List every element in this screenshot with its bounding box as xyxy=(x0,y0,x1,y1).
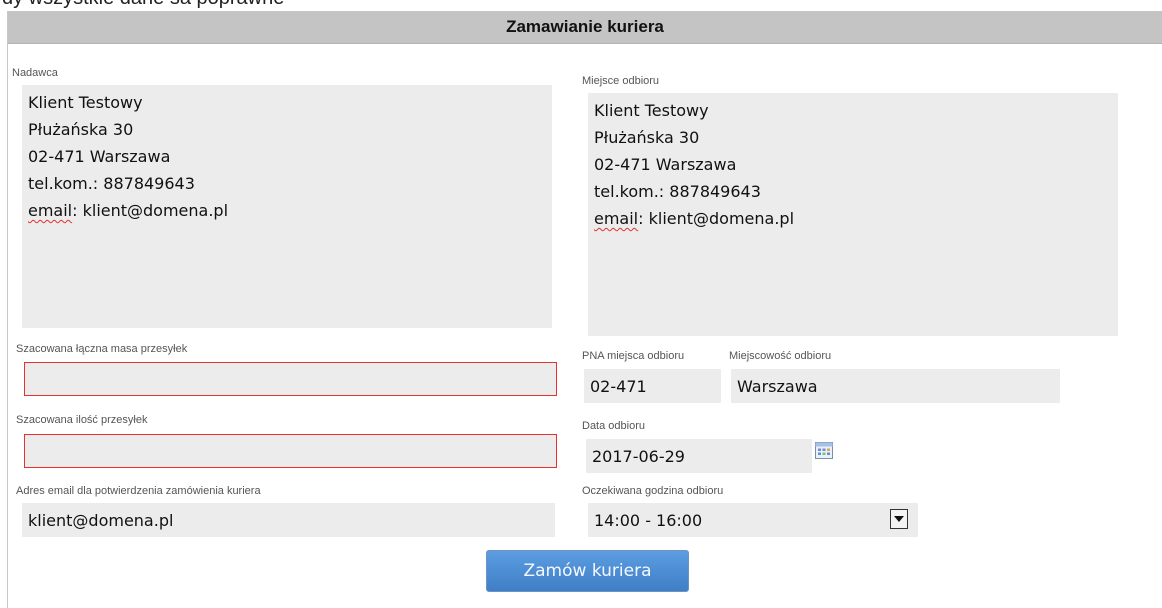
calendar-icon[interactable] xyxy=(815,442,833,459)
sender-email-line: email: klient@domena.pl xyxy=(28,197,546,224)
pickup-place-email-prefix: email xyxy=(594,209,639,228)
top-text-fragment: dy wszystkie dane sa poprawne xyxy=(0,0,740,10)
parcel-count-label: Szacowana ilość przesyłek xyxy=(16,414,148,426)
pickup-place-textarea[interactable]: Klient Testowy Płużańska 30 02-471 Warsz… xyxy=(588,93,1118,336)
top-fragment-text: dy wszystkie dane sa poprawne xyxy=(2,0,284,8)
panel-header: Zamawianie kuriera xyxy=(8,11,1162,44)
pickup-time-select[interactable]: 14:00 - 16:00 xyxy=(588,503,918,537)
parcel-count-input[interactable] xyxy=(24,434,557,468)
page-title: Zamawianie kuriera xyxy=(506,17,664,36)
sender-textarea[interactable]: Klient Testowy Płużańska 30 02-471 Warsz… xyxy=(22,85,552,328)
sender-line: tel.kom.: 887849643 xyxy=(28,174,195,193)
pickup-place-line: 02-471 Warszawa xyxy=(594,155,737,174)
pickup-city-label: Miejscowość odbioru xyxy=(729,350,832,362)
total-mass-label: Szacowana łączna masa przesyłek xyxy=(16,343,188,355)
pickup-time-selected: 14:00 - 16:00 xyxy=(594,510,703,530)
order-courier-button[interactable]: Zamów kuriera xyxy=(486,550,689,592)
dropdown-arrow-icon[interactable] xyxy=(890,509,908,529)
confirmation-email-label: Adres email dla potwierdzenia zamówienia… xyxy=(16,485,261,497)
pickup-place-line: Płużańska 30 xyxy=(594,128,700,147)
pickup-time-label: Oczekiwana godzina odbioru xyxy=(582,485,724,497)
pickup-place-label: Miejsce odbioru xyxy=(582,75,660,87)
pickup-place-line: Klient Testowy xyxy=(594,101,709,120)
pickup-postcode-input[interactable]: 02-471 xyxy=(584,369,721,403)
total-mass-input[interactable] xyxy=(24,362,557,396)
order-courier-label: Zamów kuriera xyxy=(523,561,652,581)
sender-email-value: : klient@domena.pl xyxy=(72,201,229,220)
panel-left-border xyxy=(7,11,8,608)
sender-line: Płużańska 30 xyxy=(28,120,134,139)
pickup-place-email-line: email: klient@domena.pl xyxy=(594,205,1112,232)
pickup-city-input[interactable]: Warszawa xyxy=(731,369,1060,403)
pickup-postcode-label: PNA miejsca odbioru xyxy=(582,350,685,362)
pickup-place-email-value: : klient@domena.pl xyxy=(638,209,795,228)
sender-label: Nadawca xyxy=(12,67,58,79)
sender-email-prefix: email xyxy=(28,201,73,220)
pickup-date-input[interactable]: 2017-06-29 xyxy=(586,439,812,473)
sender-line: 02-471 Warszawa xyxy=(28,147,171,166)
pickup-place-line: tel.kom.: 887849643 xyxy=(594,182,761,201)
sender-line: Klient Testowy xyxy=(28,93,143,112)
pickup-date-label: Data odbioru xyxy=(582,420,645,432)
confirmation-email-input[interactable]: klient@domena.pl xyxy=(22,503,555,537)
